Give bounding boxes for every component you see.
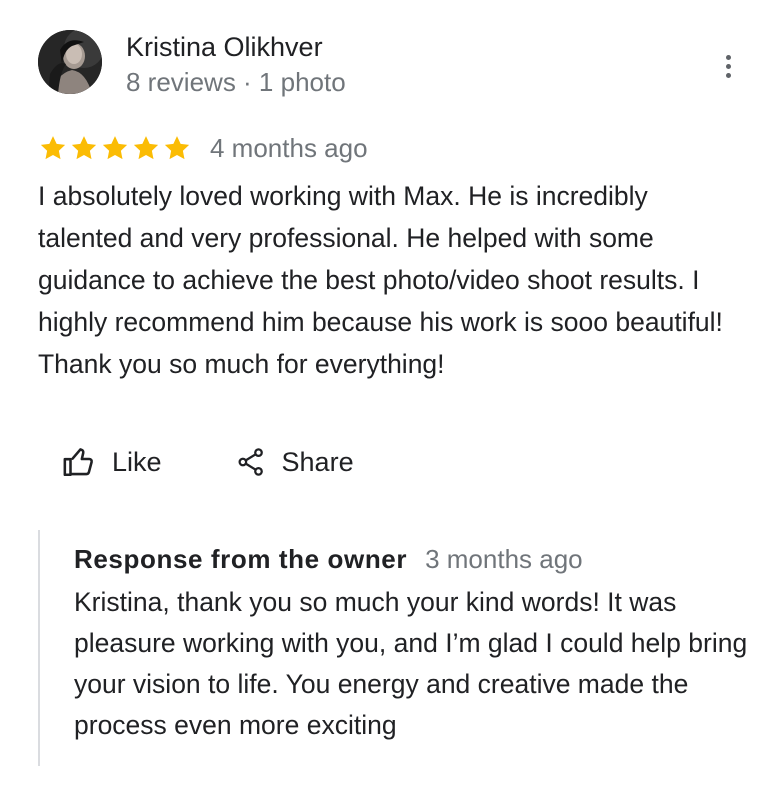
star-icon (131, 133, 161, 163)
avatar-photo (38, 30, 102, 94)
more-options-button[interactable] (712, 48, 744, 84)
star-icon (38, 133, 68, 163)
review-card: Kristina Olikhver 8 reviews · 1 photo 4 … (0, 0, 768, 792)
author-avatar[interactable] (38, 30, 102, 94)
response-title: Response from the owner (74, 544, 408, 574)
response-date: 3 months ago (425, 544, 583, 574)
share-icon (238, 448, 263, 476)
response-text: Kristina, thank you so much your kind wo… (74, 587, 748, 740)
owner-response: Response from the owner 3 months ago Kri… (38, 530, 768, 766)
like-button[interactable]: Like (62, 440, 162, 484)
more-vert-icon (725, 54, 731, 60)
thumbs-up-icon (63, 448, 93, 477)
star-icon (100, 133, 130, 163)
review-date: 4 months ago (210, 133, 368, 163)
share-button[interactable]: Share (236, 440, 354, 484)
star-rating (38, 133, 192, 163)
review-text: I absolutely loved working with Max. He … (38, 181, 723, 379)
star-icon (69, 133, 99, 163)
author-meta: 8 reviews · 1 photo (126, 67, 346, 97)
star-icon (162, 133, 192, 163)
share-label: Share (281, 447, 354, 477)
response-header: Response from the owner 3 months ago (74, 544, 583, 575)
like-label: Like (112, 447, 162, 477)
rating-row: 4 months ago (38, 130, 368, 166)
author-name[interactable]: Kristina Olikhver (126, 30, 323, 64)
review-actions: Like Share (62, 440, 354, 484)
